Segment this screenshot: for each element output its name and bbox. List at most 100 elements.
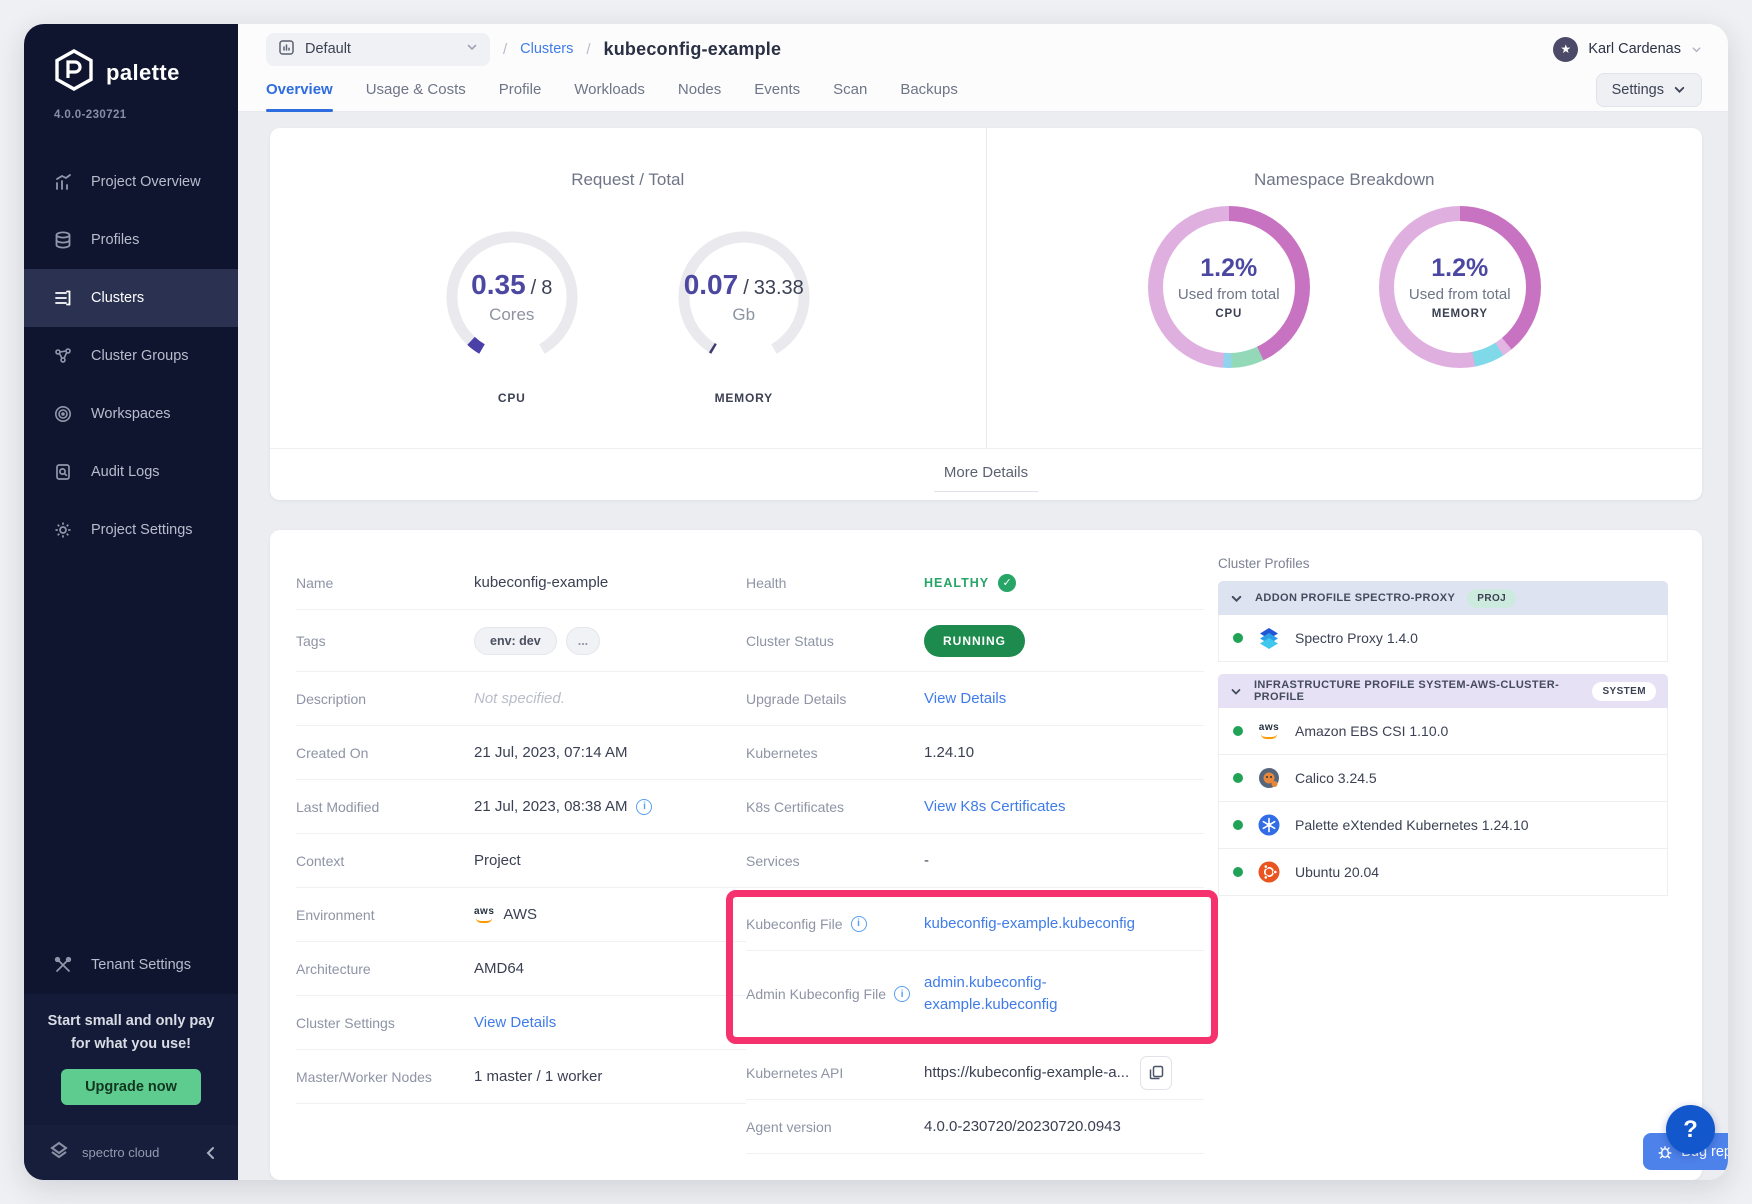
collapse-sidebar-icon[interactable] — [204, 1146, 218, 1160]
tab-overview[interactable]: Overview — [266, 68, 333, 111]
field-label: Services — [746, 853, 924, 869]
settings-button-label: Settings — [1612, 82, 1664, 98]
sidebar-footer: spectro cloud — [24, 1125, 238, 1180]
project-scope-icon — [278, 39, 295, 60]
upgrade-details-link[interactable]: View Details — [924, 690, 1006, 707]
chevron-down-icon — [1230, 592, 1243, 605]
field-label: Agent version — [746, 1119, 924, 1135]
cpu-donut-metric: CPU — [1215, 308, 1242, 320]
sidebar-item-label: Workspaces — [91, 406, 171, 422]
calico-icon — [1256, 765, 1282, 791]
detail-row-services: Services - — [746, 834, 1204, 888]
field-label: Architecture — [296, 961, 474, 977]
details-middle-column: Health HEALTHY ✓ Cluster Status RUNNING … — [746, 556, 1204, 1154]
user-name: Karl Cardenas — [1588, 41, 1681, 57]
aws-icon: aws — [1256, 718, 1282, 744]
project-selector[interactable]: Default — [266, 33, 490, 66]
detail-row-architecture: Architecture AMD64 — [296, 942, 746, 996]
user-avatar: ★ — [1553, 37, 1578, 62]
help-button[interactable]: ? — [1666, 1105, 1715, 1154]
field-label: Master/Worker Nodes — [296, 1069, 474, 1085]
tag-pill: env: dev — [474, 627, 557, 655]
field-value: AWS — [503, 906, 537, 923]
spectro-cloud-logo-icon — [46, 1138, 72, 1167]
field-value: kubeconfig-example — [474, 574, 608, 591]
kubernetes-api-url: https://kubeconfig-example-a... — [924, 1064, 1129, 1081]
sidebar-item-project-settings[interactable]: Project Settings — [24, 501, 238, 559]
cpu-request-value: 0.35 — [471, 269, 526, 301]
node-graph-icon — [52, 345, 74, 367]
profile-pack-amazon-ebs-csi[interactable]: aws Amazon EBS CSI 1.10.0 — [1218, 708, 1668, 755]
copy-icon[interactable] — [1140, 1056, 1172, 1090]
field-label: Kubernetes — [746, 745, 924, 761]
sidebar-item-label: Cluster Groups — [91, 348, 189, 364]
ratio-separator: / — [743, 277, 749, 300]
tab-scan[interactable]: Scan — [833, 68, 867, 111]
profile-pack-spectro-proxy[interactable]: Spectro Proxy 1.4.0 — [1218, 615, 1668, 662]
cluster-list-icon — [52, 287, 74, 309]
tab-nodes[interactable]: Nodes — [678, 68, 721, 111]
memory-total-value: 33.38 — [754, 277, 804, 300]
cluster-profiles-title: Cluster Profiles — [1218, 556, 1668, 571]
tab-profile[interactable]: Profile — [499, 68, 542, 111]
memory-donut-metric: MEMORY — [1432, 308, 1488, 320]
info-icon[interactable]: i — [636, 799, 652, 815]
sidebar-item-profiles[interactable]: Profiles — [24, 211, 238, 269]
cpu-total-value: 8 — [541, 277, 552, 300]
pack-name: Ubuntu 20.04 — [1295, 864, 1379, 880]
profile-pack-palette-extended-kubernetes[interactable]: Palette eXtended Kubernetes 1.24.10 — [1218, 802, 1668, 849]
detail-row-tags: Tags env: dev ... — [296, 610, 746, 672]
cpu-used-percent: 1.2% — [1200, 254, 1257, 283]
detail-row-master-worker: Master/Worker Nodes 1 master / 1 worker — [296, 1050, 746, 1104]
info-icon[interactable]: i — [894, 986, 910, 1002]
sidebar-item-audit-logs[interactable]: Audit Logs — [24, 443, 238, 501]
upgrade-now-button[interactable]: Upgrade now — [61, 1069, 201, 1105]
breadcrumb-clusters-link[interactable]: Clusters — [520, 41, 573, 57]
sidebar-item-project-overview[interactable]: Project Overview — [24, 153, 238, 211]
sidebar-item-label: Clusters — [91, 290, 144, 306]
content: Request / Total 0.35 / — [238, 112, 1728, 1180]
admin-kubeconfig-file-link[interactable]: admin.kubeconfig-example.kubeconfig — [924, 972, 1156, 1017]
cluster-details-card: Name kubeconfig-example Tags env: dev ..… — [270, 530, 1702, 1180]
sidebar-item-workspaces[interactable]: Workspaces — [24, 385, 238, 443]
sidebar-item-tenant-settings[interactable]: Tenant Settings — [24, 936, 238, 994]
sidebar-item-cluster-groups[interactable]: Cluster Groups — [24, 327, 238, 385]
tab-backups[interactable]: Backups — [900, 68, 958, 111]
status-dot-icon — [1233, 773, 1243, 783]
kubeconfig-file-link[interactable]: kubeconfig-example.kubeconfig — [924, 915, 1135, 932]
user-menu[interactable]: ★ Karl Cardenas — [1553, 37, 1702, 62]
proj-badge: PROJ — [1467, 589, 1516, 608]
kubernetes-icon — [1256, 812, 1282, 838]
detail-row-context: Context Project — [296, 834, 746, 888]
tab-events[interactable]: Events — [754, 68, 800, 111]
pack-name: Calico 3.24.5 — [1295, 770, 1377, 786]
brand: palette — [24, 24, 238, 97]
field-value: Project — [474, 852, 521, 869]
sidebar-item-label: Project Overview — [91, 174, 201, 190]
tag-overflow-pill[interactable]: ... — [566, 627, 600, 655]
profile-pack-ubuntu[interactable]: Ubuntu 20.04 — [1218, 849, 1668, 896]
infrastructure-profile-header[interactable]: INFRASTRUCTURE PROFILE SYSTEM-AWS-CLUSTE… — [1218, 674, 1668, 708]
upgrade-promo: Start small and only pay for what you us… — [24, 994, 238, 1125]
view-k8s-certificates-link[interactable]: View K8s Certificates — [924, 798, 1065, 815]
profile-pack-calico[interactable]: Calico 3.24.5 — [1218, 755, 1668, 802]
cpu-metric-label: CPU — [427, 391, 597, 405]
field-value: 21 Jul, 2023, 07:14 AM — [474, 744, 627, 761]
tenant-settings-label: Tenant Settings — [91, 957, 191, 973]
field-label: Environment — [296, 907, 474, 923]
request-total-title: Request / Total — [571, 170, 684, 190]
more-details-button[interactable]: More Details — [934, 458, 1038, 492]
sidebar-item-clusters[interactable]: Clusters — [24, 269, 238, 327]
bug-icon — [1657, 1144, 1673, 1160]
tab-usage-costs[interactable]: Usage & Costs — [366, 68, 466, 111]
field-label: Tags — [296, 633, 474, 649]
tab-workloads[interactable]: Workloads — [574, 68, 645, 111]
field-label: Created On — [296, 745, 474, 761]
settings-button[interactable]: Settings — [1596, 73, 1702, 107]
addon-profile-header[interactable]: ADDON PROFILE SPECTRO-PROXY PROJ — [1218, 581, 1668, 615]
info-icon[interactable]: i — [851, 916, 867, 932]
view-details-link[interactable]: View Details — [474, 1014, 556, 1031]
detail-row-environment: Environment aws AWS — [296, 888, 746, 942]
profile-group-name: INFRASTRUCTURE PROFILE SYSTEM-AWS-CLUSTE… — [1254, 679, 1581, 703]
sidebar-item-label: Project Settings — [91, 522, 193, 538]
